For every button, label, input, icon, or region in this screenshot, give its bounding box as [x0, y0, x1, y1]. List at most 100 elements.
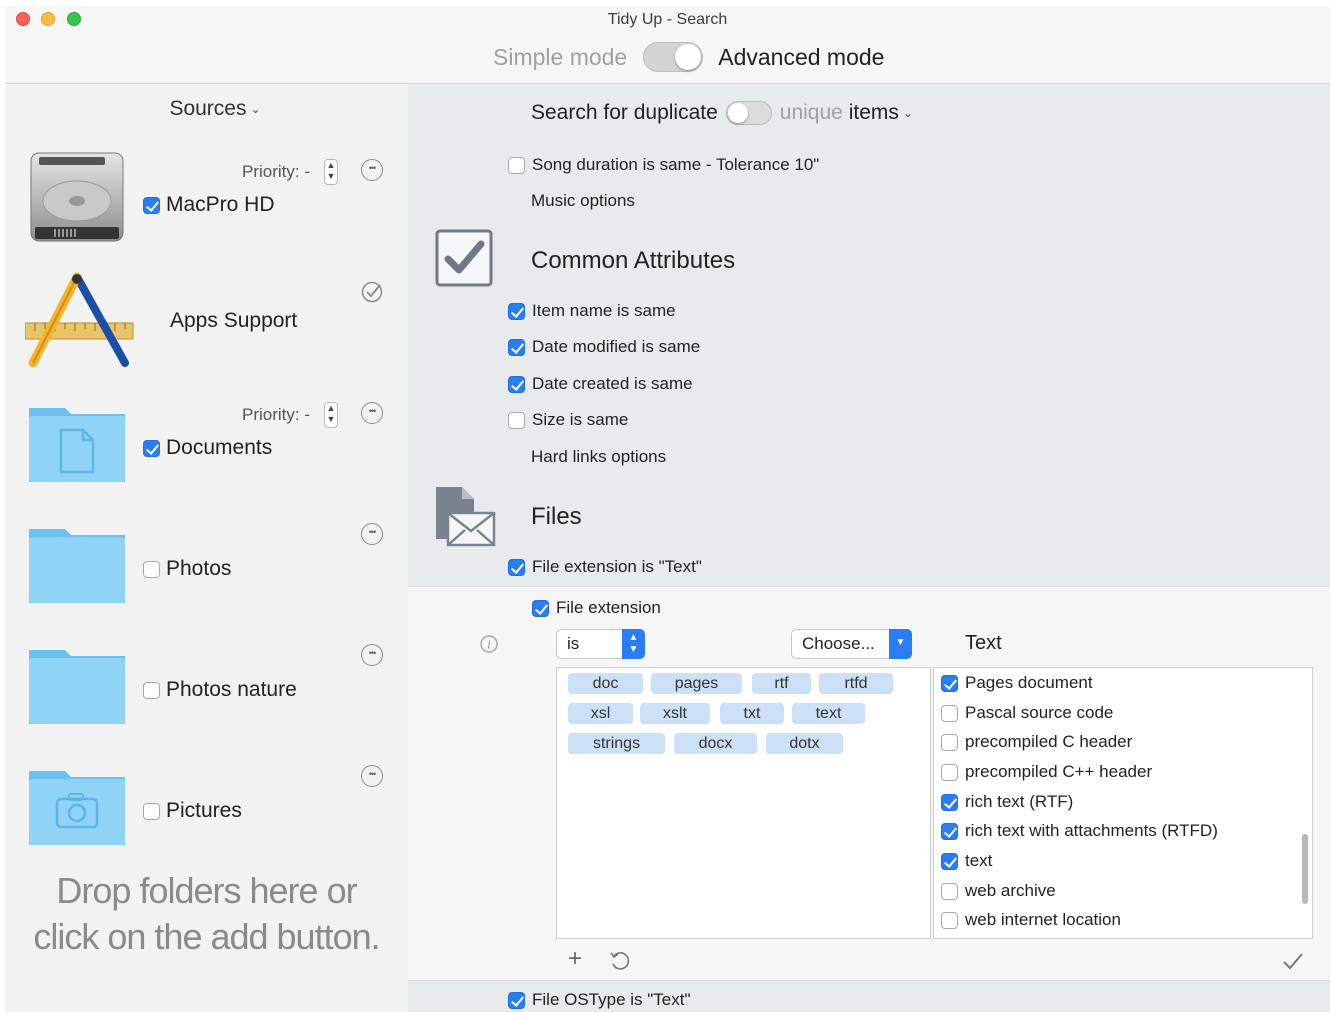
- confirm-check-icon[interactable]: [1281, 950, 1305, 972]
- drop-hint: Drop folders here or click on the add bu…: [5, 868, 408, 960]
- source-item-apps-support[interactable]: Apps Support: [5, 267, 408, 382]
- more-options-icon[interactable]: •••: [361, 644, 383, 666]
- source-checkbox[interactable]: [143, 681, 160, 699]
- simple-mode-label[interactable]: Simple mode: [493, 44, 627, 71]
- priority-stepper[interactable]: ▲ ▼: [324, 159, 338, 185]
- file-type-checkbox[interactable]: [941, 822, 958, 840]
- file-extension-checkbox[interactable]: [508, 558, 525, 576]
- more-options-icon[interactable]: •••: [361, 523, 383, 545]
- file-type-item[interactable]: web archive: [941, 881, 1056, 901]
- extension-tags-field[interactable]: doc pages rtf rtfd xsl xslt txt text str…: [556, 667, 931, 939]
- file-type-checkbox[interactable]: [941, 674, 958, 692]
- advanced-mode-label[interactable]: Advanced mode: [718, 44, 884, 71]
- source-checkbox[interactable]: [143, 439, 160, 457]
- items-menu[interactable]: items: [849, 101, 899, 125]
- extension-tag[interactable]: doc: [568, 673, 643, 694]
- file-type-item[interactable]: rich text (RTF): [941, 792, 1073, 812]
- sources-sidebar: Sources⌄ Priority: - ▲▼ ••• MacPro HD: [5, 85, 408, 1012]
- source-name: Photos nature: [166, 678, 297, 701]
- source-checkbox[interactable]: [143, 196, 160, 214]
- date-created-label: Date created is same: [532, 374, 693, 393]
- sources-menu[interactable]: Sources ⌄: [5, 97, 425, 121]
- file-type-label: rich text with attachments (RTFD): [965, 821, 1218, 840]
- drop-hint-line-1: Drop folders here or: [56, 870, 357, 911]
- file-type-item[interactable]: rich text with attachments (RTFD): [941, 821, 1218, 841]
- operator-value: is: [567, 634, 580, 653]
- file-type-label: web archive: [965, 881, 1056, 900]
- size-checkbox[interactable]: [508, 411, 525, 429]
- priority-control: Priority: - ▲ ▼: [242, 402, 338, 428]
- file-type-item[interactable]: web internet location: [941, 910, 1121, 930]
- extension-tag[interactable]: xsl: [568, 703, 633, 724]
- size-label: Size is same: [532, 410, 629, 429]
- priority-label: Priority: -: [242, 405, 310, 424]
- file-type-item[interactable]: precompiled C header: [941, 732, 1132, 752]
- source-checkbox[interactable]: [143, 560, 160, 578]
- add-icon[interactable]: +: [568, 945, 582, 973]
- extension-tag[interactable]: dotx: [766, 733, 843, 754]
- file-type-checkbox[interactable]: [941, 733, 958, 751]
- file-extension-enable-checkbox[interactable]: [532, 599, 549, 617]
- file-type-checkbox[interactable]: [941, 704, 958, 722]
- item-name-checkbox[interactable]: [508, 302, 525, 320]
- revert-icon[interactable]: [609, 950, 631, 972]
- file-type-label: Pascal source code: [965, 703, 1114, 722]
- more-options-icon[interactable]: •••: [361, 159, 383, 181]
- file-type-checkbox[interactable]: [941, 882, 958, 900]
- extension-tag[interactable]: rtfd: [819, 673, 893, 694]
- source-item-pictures[interactable]: ••• Pictures: [5, 751, 408, 866]
- file-type-label: precompiled C++ header: [965, 762, 1153, 781]
- source-item-photos-nature[interactable]: ••• Photos nature: [5, 630, 408, 745]
- extension-tag[interactable]: strings: [568, 733, 665, 754]
- scrollbar-thumb[interactable]: [1302, 834, 1308, 904]
- choose-select[interactable]: Choose... ▼: [791, 629, 912, 659]
- extension-tag[interactable]: txt: [720, 703, 784, 724]
- source-checkbox[interactable]: [143, 802, 160, 820]
- source-item-macpro-hd[interactable]: Priority: - ▲ ▼ ••• MacPro HD: [5, 145, 408, 260]
- hard-links-link[interactable]: Hard links options: [531, 447, 666, 467]
- file-type-checkbox[interactable]: [941, 911, 958, 929]
- extension-tag[interactable]: docx: [674, 733, 757, 754]
- file-type-item[interactable]: Pages document: [941, 673, 1093, 693]
- file-type-checkbox[interactable]: [941, 852, 958, 870]
- file-extension-panel-label: File extension: [556, 598, 661, 617]
- extension-tag[interactable]: xslt: [640, 703, 710, 724]
- item-name-row: Item name is same: [508, 301, 676, 321]
- files-section-icon: [436, 487, 496, 547]
- priority-stepper[interactable]: ▲ ▼: [324, 402, 338, 428]
- mode-toggle[interactable]: [643, 42, 704, 72]
- duplicate-unique-toggle[interactable]: [725, 101, 772, 125]
- size-row: Size is same: [508, 410, 628, 430]
- extension-tag[interactable]: pages: [651, 673, 742, 694]
- file-type-item[interactable]: Pascal source code: [941, 703, 1113, 723]
- source-item-documents[interactable]: Priority: - ▲ ▼ ••• Documents: [5, 388, 408, 503]
- date-created-row: Date created is same: [508, 374, 693, 394]
- more-options-icon[interactable]: •••: [361, 402, 383, 424]
- check-circle-icon[interactable]: [361, 281, 383, 303]
- criteria-pane: Search for duplicate unique items ⌄ Song …: [408, 85, 1330, 1012]
- applications-icon: [25, 272, 134, 368]
- file-ostype-checkbox[interactable]: [508, 991, 525, 1009]
- file-type-item[interactable]: precompiled C++ header: [941, 762, 1152, 782]
- source-item-photos[interactable]: ••• Photos: [5, 509, 408, 624]
- extension-tag[interactable]: text: [792, 703, 865, 724]
- file-type-item[interactable]: text: [941, 851, 992, 871]
- file-type-list[interactable]: Pages document Pascal source code precom…: [933, 667, 1313, 939]
- common-attributes-title: Common Attributes: [531, 247, 736, 274]
- music-options-link[interactable]: Music options: [531, 191, 635, 211]
- file-type-checkbox[interactable]: [941, 793, 958, 811]
- date-modified-checkbox[interactable]: [508, 338, 525, 356]
- chevron-down-icon: ⌄: [902, 106, 913, 120]
- song-duration-checkbox[interactable]: [508, 156, 525, 174]
- date-created-checkbox[interactable]: [508, 375, 525, 393]
- window-title: Tidy Up - Search: [607, 11, 728, 28]
- file-type-checkbox[interactable]: [941, 763, 958, 781]
- extension-tag[interactable]: rtf: [752, 673, 811, 694]
- more-options-icon[interactable]: •••: [361, 765, 383, 787]
- operator-select[interactable]: is ▲ ▼: [556, 629, 645, 659]
- source-name: Apps Support: [170, 309, 298, 332]
- item-name-label: Item name is same: [532, 301, 676, 320]
- song-duration-label: Song duration is same - Tolerance 10": [532, 155, 820, 174]
- source-name: Photos: [166, 557, 232, 580]
- info-icon[interactable]: i: [480, 635, 498, 653]
